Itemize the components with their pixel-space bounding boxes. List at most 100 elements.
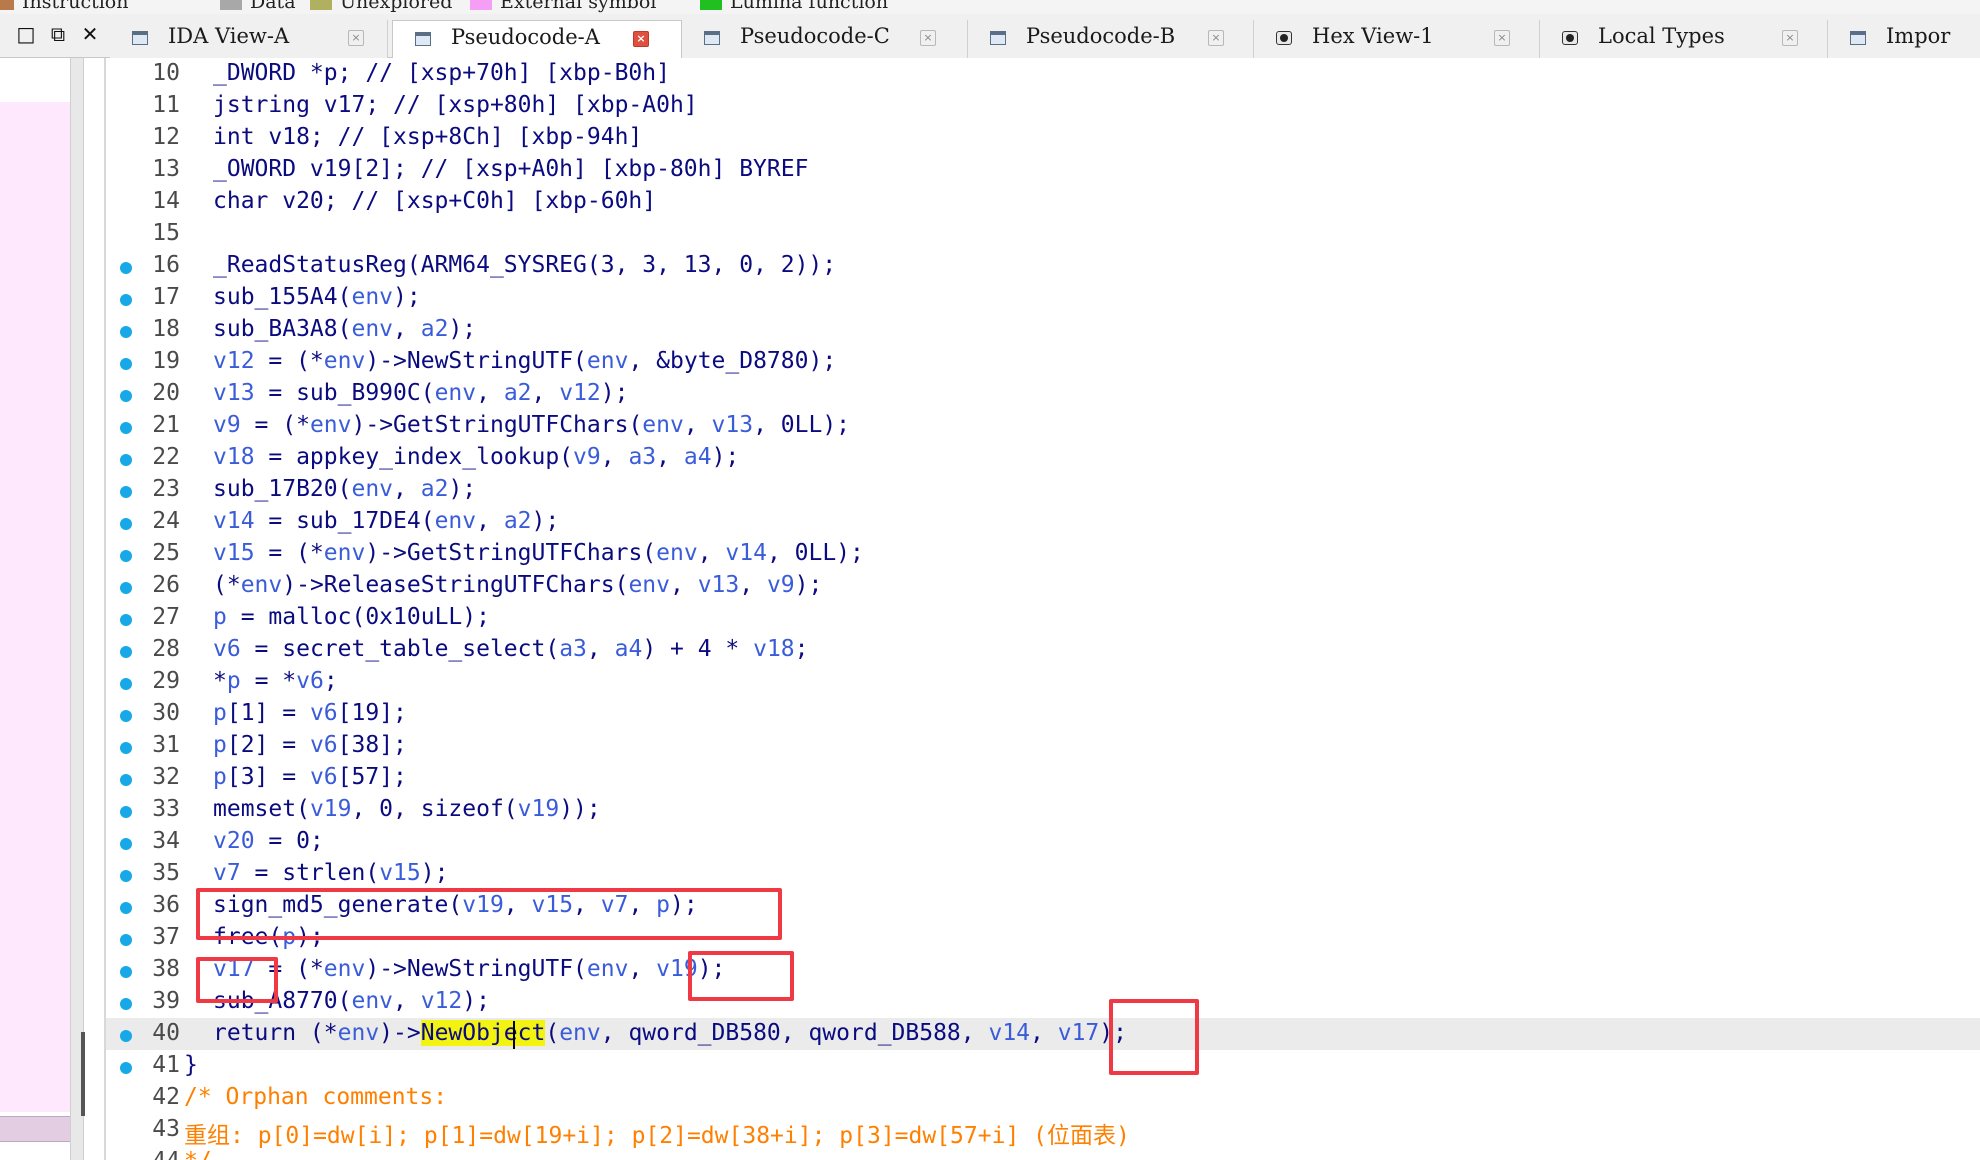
- code-text[interactable]: v15 = (*env)->GetStringUTFChars(env, v14…: [213, 540, 864, 566]
- tab-hex-view-1[interactable]: Hex View-1 ×: [1254, 20, 1540, 58]
- code-line[interactable]: 21 v9 = (*env)->GetStringUTFChars(env, v1…: [106, 410, 1980, 442]
- code-text[interactable]: }: [184, 1052, 198, 1078]
- code-text[interactable]: memset(v19, 0, sizeof(v19));: [213, 796, 601, 822]
- code-line[interactable]: 15: [106, 218, 1980, 250]
- breakpoint-dot-icon[interactable]: [120, 326, 132, 338]
- code-line[interactable]: 12 int v18; // [xsp+8Ch] [xbp-94h]: [106, 122, 1980, 154]
- code-text[interactable]: *p = *v6;: [213, 668, 338, 694]
- code-text[interactable]: (*env)->ReleaseStringUTFChars(env, v13, …: [213, 572, 822, 598]
- breakpoint-dot-icon[interactable]: [120, 710, 132, 722]
- scrollbar-thumb[interactable]: [81, 1032, 85, 1116]
- breakpoint-dot-icon[interactable]: [120, 902, 132, 914]
- code-text[interactable]: sub_17B20(env, a2);: [213, 476, 476, 502]
- breakpoint-dot-icon[interactable]: [120, 422, 132, 434]
- breakpoint-dot-icon[interactable]: [120, 966, 132, 978]
- code-line[interactable]: 20 v13 = sub_B990C(env, a2, v12);: [106, 378, 1980, 410]
- breakpoint-dot-icon[interactable]: [120, 262, 132, 274]
- code-line[interactable]: 41}: [106, 1050, 1980, 1082]
- code-line[interactable]: 19 v12 = (*env)->NewStringUTF(env, &byte_…: [106, 346, 1980, 378]
- tab-ida-view-a[interactable]: IDA View-A ×: [110, 20, 388, 58]
- close-window-icon[interactable]: ✕: [78, 22, 102, 46]
- code-line[interactable]: 43 重组: p[0]=dw[i]; p[1]=dw[19+i]; p[2]=dw…: [106, 1114, 1980, 1149]
- code-line[interactable]: 39 sub_A8770(env, v12);: [106, 986, 1980, 1018]
- code-text[interactable]: v9 = (*env)->GetStringUTFChars(env, v13,…: [213, 412, 850, 438]
- code-text[interactable]: v14 = sub_17DE4(env, a2);: [213, 508, 559, 534]
- breakpoint-dot-icon[interactable]: [120, 838, 132, 850]
- code-line[interactable]: 38 v17 = (*env)->NewStringUTF(env, v19);: [106, 954, 1980, 986]
- breakpoint-dot-icon[interactable]: [120, 486, 132, 498]
- close-tab-icon[interactable]: ×: [633, 31, 649, 47]
- code-text[interactable]: v18 = appkey_index_lookup(v9, a3, a4);: [213, 444, 739, 470]
- code-text[interactable]: v7 = strlen(v15);: [213, 860, 448, 886]
- breakpoint-dot-icon[interactable]: [120, 454, 132, 466]
- tab-pseudocode-c[interactable]: Pseudocode-C ×: [682, 20, 968, 58]
- breakpoint-dot-icon[interactable]: [120, 294, 132, 306]
- code-text[interactable]: sub_BA3A8(env, a2);: [213, 316, 476, 342]
- float-window-icon[interactable]: ⧉: [46, 22, 70, 46]
- code-line[interactable]: 42/* Orphan comments:: [106, 1082, 1980, 1114]
- code-text[interactable]: p = malloc(0x10uLL);: [213, 604, 490, 630]
- code-text[interactable]: v17 = (*env)->NewStringUTF(env, v19);: [213, 956, 725, 982]
- code-text[interactable]: int v18; // [xsp+8Ch] [xbp-94h]: [213, 124, 642, 150]
- code-text[interactable]: return (*env)->NewObject(env, qword_DB58…: [213, 1020, 1127, 1046]
- close-tab-icon[interactable]: ×: [1782, 30, 1798, 46]
- code-text[interactable]: _OWORD v19[2]; // [xsp+A0h] [xbp-80h] BY…: [213, 156, 808, 182]
- code-text[interactable]: _ReadStatusReg(ARM64_SYSREG(3, 3, 13, 0,…: [213, 252, 836, 278]
- tab-pseudocode-b[interactable]: Pseudocode-B ×: [968, 20, 1254, 58]
- breakpoint-dot-icon[interactable]: [120, 774, 132, 786]
- code-line[interactable]: 35 v7 = strlen(v15);: [106, 858, 1980, 890]
- code-line[interactable]: 31 p[2] = v6[38];: [106, 730, 1980, 762]
- code-line[interactable]: 28 v6 = secret_table_select(a3, a4) + 4 *…: [106, 634, 1980, 666]
- tab-pseudocode-a[interactable]: Pseudocode-A ×: [392, 20, 682, 58]
- breakpoint-dot-icon[interactable]: [120, 646, 132, 658]
- code-text[interactable]: v13 = sub_B990C(env, a2, v12);: [213, 380, 628, 406]
- code-text[interactable]: 重组: p[0]=dw[i]; p[1]=dw[19+i]; p[2]=dw[3…: [184, 1116, 1130, 1150]
- code-line[interactable]: 27 p = malloc(0x10uLL);: [106, 602, 1980, 634]
- code-line[interactable]: 24 v14 = sub_17DE4(env, a2);: [106, 506, 1980, 538]
- code-line[interactable]: 44 */: [106, 1146, 1980, 1160]
- code-line[interactable]: 40 return (*env)->NewObject(env, qword_DB…: [106, 1018, 1980, 1050]
- code-text[interactable]: v6 = secret_table_select(a3, a4) + 4 * v…: [213, 636, 809, 662]
- close-tab-icon[interactable]: ×: [920, 30, 936, 46]
- pseudocode-view[interactable]: 10 _DWORD *p; // [xsp+70h] [xbp-B0h] 11 jst…: [106, 58, 1980, 1160]
- code-line[interactable]: 11 jstring v17; // [xsp+80h] [xbp-A0h]: [106, 90, 1980, 122]
- code-line[interactable]: 33 memset(v19, 0, sizeof(v19));: [106, 794, 1980, 826]
- splitter[interactable]: [70, 58, 84, 1160]
- breakpoint-dot-icon[interactable]: [120, 614, 132, 626]
- code-text[interactable]: _DWORD *p; // [xsp+70h] [xbp-B0h]: [213, 60, 670, 86]
- tab-impor[interactable]: Impor: [1828, 20, 1980, 58]
- breakpoint-dot-icon[interactable]: [120, 550, 132, 562]
- code-text[interactable]: char v20; // [xsp+C0h] [xbp-60h]: [213, 188, 656, 214]
- code-line[interactable]: 25 v15 = (*env)->GetStringUTFChars(env, v…: [106, 538, 1980, 570]
- code-line[interactable]: 30 p[1] = v6[19];: [106, 698, 1980, 730]
- tab-local-types[interactable]: Local Types ×: [1540, 20, 1828, 58]
- code-text[interactable]: p[1] = v6[19];: [213, 700, 407, 726]
- code-text[interactable]: v20 = 0;: [213, 828, 324, 854]
- breakpoint-dot-icon[interactable]: [120, 870, 132, 882]
- breakpoint-dot-icon[interactable]: [120, 1062, 132, 1074]
- close-tab-icon[interactable]: ×: [1494, 30, 1510, 46]
- breakpoint-dot-icon[interactable]: [120, 582, 132, 594]
- code-text[interactable]: sub_155A4(env);: [213, 284, 421, 310]
- highlighted-token[interactable]: NewObject: [420, 1020, 546, 1046]
- code-text[interactable]: jstring v17; // [xsp+80h] [xbp-A0h]: [213, 92, 698, 118]
- code-text[interactable]: */: [184, 1148, 212, 1160]
- code-line[interactable]: 22 v18 = appkey_index_lookup(v9, a3, a4);: [106, 442, 1980, 474]
- code-line[interactable]: 34 v20 = 0;: [106, 826, 1980, 858]
- breakpoint-dot-icon[interactable]: [120, 934, 132, 946]
- code-text[interactable]: v12 = (*env)->NewStringUTF(env, &byte_D8…: [213, 348, 836, 374]
- close-tab-icon[interactable]: ×: [348, 30, 364, 46]
- code-line[interactable]: 18 sub_BA3A8(env, a2);: [106, 314, 1980, 346]
- breakpoint-dot-icon[interactable]: [120, 518, 132, 530]
- code-line[interactable]: 32 p[3] = v6[57];: [106, 762, 1980, 794]
- code-line[interactable]: 14 char v20; // [xsp+C0h] [xbp-60h]: [106, 186, 1980, 218]
- breakpoint-dot-icon[interactable]: [120, 1030, 132, 1042]
- code-text[interactable]: /* Orphan comments:: [184, 1084, 447, 1110]
- code-line[interactable]: 10 _DWORD *p; // [xsp+70h] [xbp-B0h]: [106, 58, 1980, 90]
- code-line[interactable]: 29 *p = *v6;: [106, 666, 1980, 698]
- breakpoint-dot-icon[interactable]: [120, 998, 132, 1010]
- restore-window-icon[interactable]: □: [14, 22, 38, 46]
- code-text[interactable]: p[2] = v6[38];: [213, 732, 407, 758]
- breakpoint-dot-icon[interactable]: [120, 390, 132, 402]
- code-line[interactable]: 16 _ReadStatusReg(ARM64_SYSREG(3, 3, 13, …: [106, 250, 1980, 282]
